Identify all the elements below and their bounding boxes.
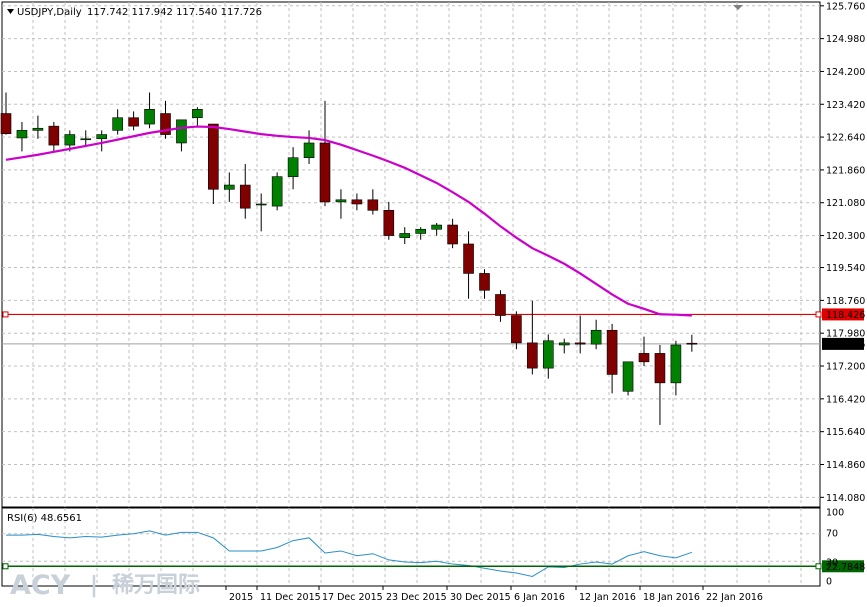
level-line-handle	[815, 311, 822, 318]
candle-body	[112, 117, 123, 131]
price-axis: 125.760 124.980 124.200 123.420 122.640 121.8…	[820, 1, 865, 504]
price-tick-label: 122.640	[826, 133, 865, 144]
rsi-tick-label: 30	[826, 558, 838, 569]
candle-body	[670, 344, 682, 384]
price-tick-label: 114.080	[826, 493, 865, 504]
candle-body	[144, 109, 155, 125]
time-tick-label: 17 Dec 2015	[322, 592, 383, 603]
candle-body	[0, 113, 12, 135]
candle-body	[590, 329, 602, 345]
candle-body	[447, 224, 458, 245]
time-tick-label: 23 Dec 2015	[386, 592, 447, 603]
symbol-label: USDJPY,Daily	[17, 7, 82, 18]
candle-body	[351, 199, 363, 205]
candle-body	[176, 119, 187, 144]
price-tick-label: 125.760	[826, 1, 865, 12]
candle-body	[383, 210, 395, 236]
price-tick-label: 121.080	[826, 198, 865, 209]
candle-body	[399, 233, 411, 238]
candlestick-chart: 118.426117.726 22.7848 125.760124.980124…	[0, 1, 865, 603]
candle-body	[542, 340, 554, 369]
price-tick-label: 124.200	[826, 67, 865, 78]
price-tick-label: 124.980	[826, 34, 865, 45]
candle-body	[606, 329, 618, 375]
candle-body	[303, 142, 315, 159]
candle-body	[558, 342, 570, 346]
rsi-level-handle	[2, 563, 9, 570]
candle-body	[335, 199, 347, 203]
candle-body	[415, 228, 427, 234]
price-tick-label: 115.640	[826, 427, 865, 438]
price-tick-label: 114.860	[826, 460, 865, 471]
candle-body	[16, 130, 28, 139]
candle-body	[64, 134, 76, 146]
candle-body	[463, 243, 474, 274]
price-tick-label: 118.760	[826, 296, 865, 307]
time-axis: 2015 11 Dec 2015 17 Dec 2015 23 Dec 2015 30 …	[225, 586, 763, 603]
candle-body	[319, 142, 331, 203]
candle-body	[654, 353, 666, 384]
price-tick-label: 116.420	[826, 394, 865, 405]
candle-body	[638, 353, 650, 363]
level-label: 118.426	[826, 310, 865, 321]
rsi-tick-label: 100	[826, 508, 844, 519]
candle-body	[622, 361, 634, 392]
price-tick-label: 120.300	[826, 231, 865, 242]
ohlc-readout: 117.742 117.942 117.540 117.726	[87, 7, 262, 18]
candle-body	[32, 127, 44, 131]
candle-body	[271, 176, 283, 207]
candle-body	[208, 123, 219, 190]
price-tick-label: 121.860	[826, 165, 865, 176]
candle-body	[239, 184, 251, 209]
watermark-chinese: 稀万国际	[112, 572, 200, 598]
candle-body	[527, 342, 538, 369]
time-tick-label: 12 Jan 2016	[579, 592, 636, 603]
price-tick-label: 117.980	[826, 329, 865, 340]
level-line-handle	[2, 311, 9, 318]
time-tick-label: 18 Jan 2016	[643, 592, 700, 603]
candle-body	[574, 342, 586, 345]
candle-body	[495, 294, 506, 316]
candle-body	[431, 224, 442, 230]
watermark-brand: ACY	[10, 570, 71, 601]
candle-body	[48, 125, 60, 146]
rsi-tick-label: 70	[826, 529, 838, 540]
time-tick-label: 22 Jan 2016	[706, 592, 763, 603]
candle-body	[511, 315, 522, 344]
time-tick-label: 30 Dec 2015	[450, 592, 511, 603]
time-tick-label: 2015	[229, 592, 253, 603]
candle-body	[479, 273, 490, 291]
rsi-tick-label: 0	[826, 577, 832, 588]
price-tick-label: 123.420	[826, 100, 865, 111]
candle-body	[192, 109, 203, 119]
time-tick-label: 6 Jan 2016	[514, 592, 565, 603]
rsi-level-handle	[815, 563, 822, 570]
watermark-separator: |	[90, 573, 98, 598]
price-tick-label: 117.200	[826, 362, 865, 373]
rsi-label: RSI(6) 48.6561	[7, 513, 82, 524]
candle-body	[80, 138, 92, 141]
current-price-label: 117.726	[826, 339, 865, 350]
candle-body	[128, 117, 139, 127]
candle-body	[686, 342, 698, 345]
time-tick-label: 11 Dec 2015	[260, 592, 321, 603]
candle-body	[255, 203, 267, 206]
candle-body	[224, 184, 235, 190]
candle-body	[367, 199, 379, 211]
candle-body	[287, 157, 299, 177]
price-tick-label: 119.540	[826, 263, 865, 274]
rsi-axis: 100 70 30 0	[826, 508, 844, 588]
candle-body	[96, 134, 107, 140]
